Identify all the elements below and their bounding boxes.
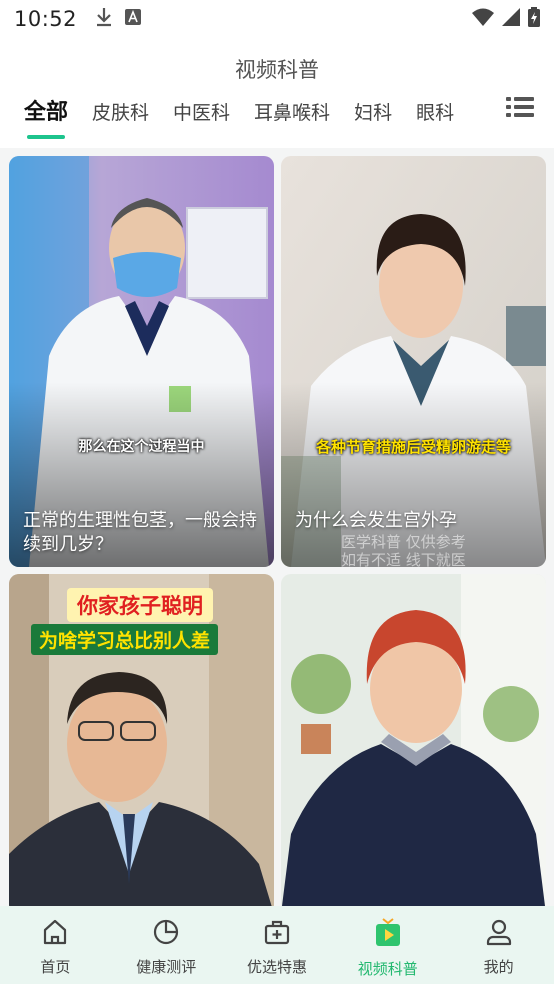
home-icon bbox=[41, 918, 69, 950]
tabbar-item-home[interactable]: 首页 bbox=[0, 906, 111, 984]
active-tab-indicator bbox=[27, 135, 65, 139]
video-subtitle: 那么在这个过程当中 bbox=[78, 439, 205, 455]
video-banner-subheadline: 为啥学习总比别人差 bbox=[31, 624, 219, 655]
tab-dermatology[interactable]: 皮肤科 bbox=[92, 98, 149, 125]
category-tabs: 全部 皮肤科 中医科 耳鼻喉科 妇科 眼科 bbox=[24, 94, 478, 126]
signal-icon bbox=[502, 8, 520, 30]
category-menu-icon[interactable] bbox=[506, 96, 534, 122]
tabbar-label: 健康测评 bbox=[136, 958, 197, 976]
tab-ophthalmology[interactable]: 眼科 bbox=[416, 98, 454, 125]
video-card[interactable]: 那么在这个过程当中 正常的生理性包茎，一般会持续到几岁？ bbox=[9, 156, 274, 567]
video-grid: 那么在这个过程当中 正常的生理性包茎，一般会持续到几岁？ 各种节育措施后受精卵游… bbox=[0, 150, 554, 906]
video-card[interactable]: 你家孩子聪明 为啥学习总比别人差 bbox=[9, 574, 274, 906]
pie-chart-icon bbox=[152, 918, 180, 950]
tabbar-item-health-assessment[interactable]: 健康测评 bbox=[111, 906, 222, 984]
video-subtitle: 各种节育措施后受精卵游走等 bbox=[315, 438, 511, 456]
video-card[interactable]: 各种节育措施后受精卵游走等 为什么会发生宫外孕 医学科普 仅供参考 如有不适 线… bbox=[281, 156, 546, 567]
tabbar-item-profile[interactable]: 我的 bbox=[443, 906, 554, 984]
video-thumbnail bbox=[9, 156, 274, 567]
wifi-icon bbox=[472, 8, 494, 30]
video-play-icon bbox=[374, 918, 402, 952]
video-thumbnail bbox=[281, 574, 546, 906]
video-thumbnail bbox=[281, 156, 546, 567]
tabbar-label: 首页 bbox=[40, 958, 71, 976]
status-bar: 10:52 bbox=[0, 0, 554, 38]
page-title: 视频科普 bbox=[235, 58, 319, 82]
video-title: 正常的生理性包茎，一般会持续到几岁？ bbox=[23, 510, 257, 555]
bottom-tab-bar: 首页 健康测评 优选特惠 视频科普 我的 bbox=[0, 906, 554, 984]
video-card[interactable] bbox=[281, 574, 546, 906]
tabbar-item-deals[interactable]: 优选特惠 bbox=[222, 906, 333, 984]
tabbar-label: 优选特惠 bbox=[246, 958, 307, 976]
video-banner-headline: 你家孩子聪明 bbox=[67, 588, 213, 622]
header: 视频科普 全部 皮肤科 中医科 耳鼻喉科 妇科 眼科 bbox=[0, 38, 554, 148]
video-title: 为什么会发生宫外孕 bbox=[295, 510, 457, 531]
tabbar-label: 我的 bbox=[483, 958, 514, 976]
keyboard-a-icon bbox=[125, 9, 142, 29]
battery-icon bbox=[528, 7, 540, 31]
tab-all[interactable]: 全部 bbox=[24, 94, 68, 126]
tabbar-item-video[interactable]: 视频科普 bbox=[332, 906, 443, 984]
download-icon bbox=[95, 7, 113, 31]
tab-tcm[interactable]: 中医科 bbox=[173, 98, 230, 125]
medical-kit-icon bbox=[263, 918, 291, 950]
user-icon bbox=[485, 918, 513, 950]
status-time: 10:52 bbox=[14, 7, 78, 31]
tabbar-label: 视频科普 bbox=[357, 960, 418, 978]
video-watermark: 医学科普 仅供参考 如有不适 线下就医 bbox=[341, 533, 466, 567]
tab-ent[interactable]: 耳鼻喉科 bbox=[254, 98, 330, 125]
tab-gynecology[interactable]: 妇科 bbox=[354, 98, 392, 125]
